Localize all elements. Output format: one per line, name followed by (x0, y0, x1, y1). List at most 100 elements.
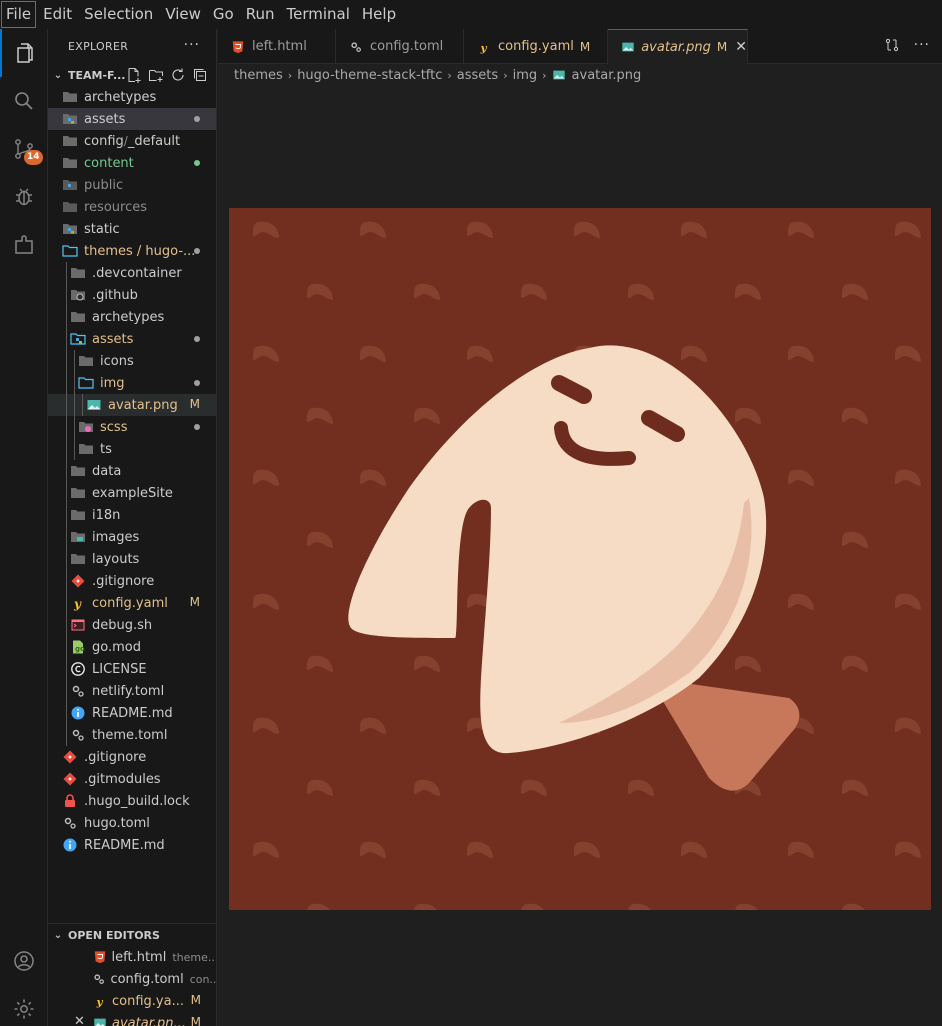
tree-item-go-mod[interactable]: go go.mod (48, 636, 216, 658)
collapse-all-icon[interactable] (192, 67, 208, 83)
menu-edit[interactable]: Edit (37, 0, 78, 29)
tree-item-i18n[interactable]: i18n (48, 504, 216, 526)
tree-item-content[interactable]: content (48, 152, 216, 174)
image-preview[interactable] (229, 208, 931, 910)
tree-item-layouts[interactable]: layouts (48, 548, 216, 570)
tree-item-readme[interactable]: README.md (48, 834, 216, 856)
tree-item-hugo-toml[interactable]: hugo.toml (48, 812, 216, 834)
more-actions-icon[interactable]: ··· (184, 37, 200, 53)
extensions-activity[interactable] (0, 221, 48, 269)
open-changes-icon[interactable] (884, 37, 900, 53)
accounts-activity[interactable] (0, 937, 48, 985)
menu-file[interactable]: File (0, 0, 37, 29)
tree-item-theme-assets[interactable]: assets (48, 328, 216, 350)
settings-file-icon (348, 39, 364, 55)
explorer-sidebar: EXPLORER ··· ⌄ TEAM-F... archetypes asse… (48, 29, 217, 1026)
search-activity[interactable] (0, 77, 48, 125)
manage-activity[interactable] (0, 985, 48, 1026)
tab-left-html[interactable]: left.html (218, 29, 336, 64)
tree-item-gitignore[interactable]: .gitignore (48, 746, 216, 768)
tree-item-license[interactable]: LICENSE (48, 658, 216, 680)
tree-item-config-yaml[interactable]: y config.yaml M (48, 592, 216, 614)
source-control-activity[interactable] (0, 125, 48, 173)
modified-dot (194, 424, 200, 430)
scss-folder-icon (78, 419, 94, 435)
svg-text:y: y (73, 597, 82, 611)
explorer-title: EXPLORER (68, 40, 129, 53)
menu-edit-label: Edit (43, 5, 73, 23)
menu-selection[interactable]: Selection (78, 0, 159, 29)
tree-item-devcontainer[interactable]: .devcontainer (48, 262, 216, 284)
tab-config-toml[interactable]: config.toml (336, 29, 464, 64)
tree-item-images[interactable]: images (48, 526, 216, 548)
breadcrumb-item[interactable]: hugo-theme-stack-tftc (297, 68, 442, 83)
tree-item-theme-toml[interactable]: theme.toml (48, 724, 216, 746)
workspace-folder-header[interactable]: ⌄ TEAM-F... (48, 64, 216, 86)
tab-avatar-png[interactable]: avatar.png M ✕ (608, 29, 748, 64)
tree-item-config[interactable]: config/_default (48, 130, 216, 152)
tree-item-static[interactable]: static (48, 218, 216, 240)
tree-item-label: archetypes (84, 89, 157, 105)
more-actions-icon[interactable]: ··· (914, 37, 930, 53)
tree-item-scss[interactable]: scss (48, 416, 216, 438)
avatar-image (229, 208, 931, 910)
tree-item-archetypes[interactable]: archetypes (48, 86, 216, 108)
lock-file-icon (62, 793, 78, 809)
extensions-icon (15, 235, 33, 254)
tab-label: avatar.png (641, 39, 711, 55)
menu-help[interactable]: Help (356, 0, 402, 29)
breadcrumb-item[interactable]: img (513, 68, 538, 83)
explorer-activity[interactable] (0, 29, 48, 77)
menu-view-label: View (165, 5, 201, 23)
tree-item-ts[interactable]: ts (48, 438, 216, 460)
breadcrumb-item[interactable]: avatar.png (572, 68, 642, 83)
tree-item-img[interactable]: img (48, 372, 216, 394)
explorer-header: EXPLORER ··· (48, 29, 216, 64)
tree-item-themes[interactable]: themes / hugo-... (48, 240, 216, 262)
tree-item-debug-sh[interactable]: debug.sh (48, 614, 216, 636)
indent-guide (82, 394, 83, 416)
tree-item-theme-gitignore[interactable]: .gitignore (48, 570, 216, 592)
tab-config-yaml[interactable]: y config.yaml M (464, 29, 608, 64)
tree-item-public[interactable]: public (48, 174, 216, 196)
open-editor-config-yaml[interactable]: y config.ya... M (48, 990, 216, 1012)
tree-item-label: hugo.toml (84, 815, 150, 831)
breadcrumb-item[interactable]: themes (234, 68, 283, 83)
tree-item-icons[interactable]: icons (48, 350, 216, 372)
tree-item-netlify-toml[interactable]: netlify.toml (48, 680, 216, 702)
tree-item-gitmodules[interactable]: .gitmodules (48, 768, 216, 790)
menu-view[interactable]: View (159, 0, 207, 29)
tree-item-github[interactable]: .github (48, 284, 216, 306)
git-icon (62, 749, 78, 765)
new-file-icon[interactable] (126, 67, 142, 83)
folder-icon (70, 463, 86, 479)
tree-item-label: .hugo_build.lock (84, 793, 190, 809)
refresh-icon[interactable] (170, 67, 186, 83)
indent-guide (66, 372, 67, 394)
menu-run[interactable]: Run (240, 0, 281, 29)
menu-go[interactable]: Go (207, 0, 240, 29)
tree-item-avatar-png[interactable]: avatar.png M (48, 394, 216, 416)
image-file-icon (552, 67, 568, 83)
menu-terminal[interactable]: Terminal (281, 0, 356, 29)
tree-item-theme-archetypes[interactable]: archetypes (48, 306, 216, 328)
tree-item-assets[interactable]: assets (48, 108, 216, 130)
open-editor-left-html[interactable]: left.html theme... (48, 946, 217, 968)
tree-item-examplesite[interactable]: exampleSite (48, 482, 216, 504)
tree-item-theme-readme[interactable]: README.md (48, 702, 216, 724)
indent-guide (74, 394, 75, 416)
breadcrumb-item[interactable]: assets (457, 68, 498, 83)
open-editor-avatar-png[interactable]: ✕ avatar.pn... M (48, 1012, 216, 1026)
tree-item-data[interactable]: data (48, 460, 216, 482)
debug-activity[interactable] (0, 173, 48, 221)
close-icon[interactable]: ✕ (74, 1014, 85, 1026)
tree-item-resources[interactable]: resources (48, 196, 216, 218)
open-editors-header[interactable]: ⌄ OPEN EDITORS (48, 924, 216, 946)
open-editor-path: theme... (172, 950, 217, 964)
close-icon[interactable]: ✕ (735, 39, 747, 55)
tree-item-label: assets (84, 111, 126, 127)
tree-item-hugo-build-lock[interactable]: .hugo_build.lock (48, 790, 216, 812)
new-folder-icon[interactable] (148, 67, 164, 83)
workspace-folder-label: TEAM-F... (68, 68, 126, 82)
open-editor-config-toml[interactable]: config.toml con... (48, 968, 216, 990)
